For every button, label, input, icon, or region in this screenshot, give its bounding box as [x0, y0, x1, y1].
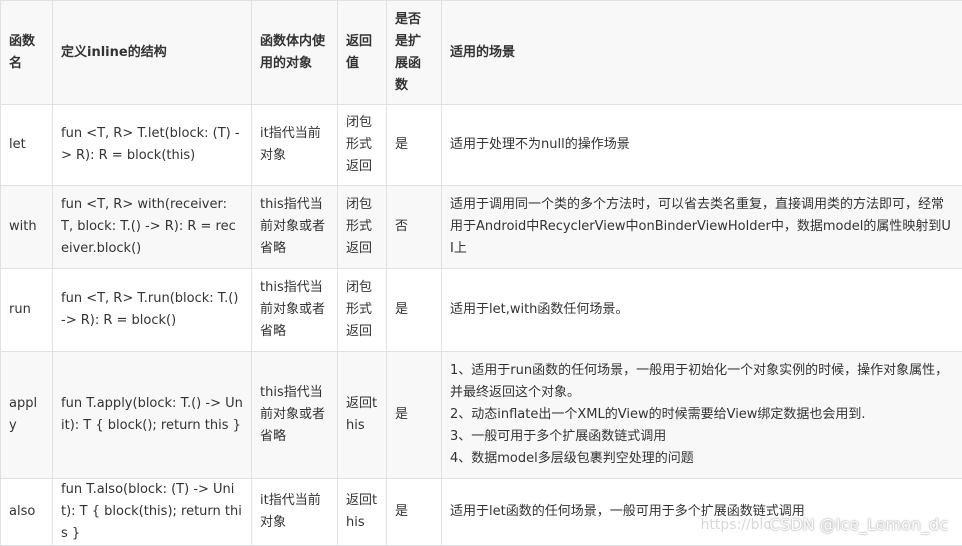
- cell-scene: 适用于处理不为null的操作场景: [442, 105, 962, 186]
- header-cell-object: 函数体内使用的对象: [252, 1, 338, 105]
- scene-line: 适用于处理不为null的操作场景: [450, 134, 954, 156]
- cell-scene: 适用于调用同一个类的多个方法时，可以省去类名重复，直接调用类的方法即可，经常用于…: [442, 186, 962, 269]
- cell-return-value: 返回this: [338, 479, 387, 546]
- cell-function-name: run: [1, 269, 53, 352]
- scene-line: 1、适用于run函数的任何场景，一般用于初始化一个对象实例的时候，操作对象属性，…: [450, 360, 954, 404]
- header-cell-definition: 定义inline的结构: [53, 1, 252, 105]
- table-row: with fun <T, R> with(receiver: T, block:…: [1, 186, 962, 269]
- cell-return-value: 返回this: [338, 352, 387, 479]
- header-cell-return: 返回值: [338, 1, 387, 105]
- scene-line: 适用于let,with函数任何场景。: [450, 299, 954, 321]
- scene-line: 2、动态inflate出一个XML的View的时候需要给View绑定数据也会用到…: [450, 404, 954, 426]
- cell-function-name: apply: [1, 352, 53, 479]
- table-row: also fun T.also(block: (T) -> Unit): T {…: [1, 479, 962, 546]
- header-cell-name: 函数名: [1, 1, 53, 105]
- cell-scene: 1、适用于run函数的任何场景，一般用于初始化一个对象实例的时候，操作对象属性，…: [442, 352, 962, 479]
- cell-is-extension: 是: [387, 105, 442, 186]
- cell-definition: fun <T, R> with(receiver: T, block: T.()…: [53, 186, 252, 269]
- cell-return-value: 闭包形式返回: [338, 105, 387, 186]
- table-header-row: 函数名 定义inline的结构 函数体内使用的对象 返回值 是否是扩展函数 适用…: [1, 1, 962, 105]
- scene-line: 4、数据model多层级包裹判空处理的问题: [450, 448, 954, 470]
- cell-scene: 适用于let函数的任何场景，一般可用于多个扩展函数链式调用: [442, 479, 962, 546]
- cell-object: it指代当前对象: [252, 479, 338, 546]
- cell-return-value: 闭包形式返回: [338, 269, 387, 352]
- table-row: apply fun T.apply(block: T.() -> Unit): …: [1, 352, 962, 479]
- cell-object: this指代当前对象或者省略: [252, 352, 338, 479]
- scene-line: 适用于let函数的任何场景，一般可用于多个扩展函数链式调用: [450, 501, 954, 523]
- cell-return-value: 闭包形式返回: [338, 186, 387, 269]
- table-row: run fun <T, R> T.run(block: T.() -> R): …: [1, 269, 962, 352]
- cell-is-extension: 是: [387, 269, 442, 352]
- kotlin-scope-functions-table: 函数名 定义inline的结构 函数体内使用的对象 返回值 是否是扩展函数 适用…: [0, 0, 962, 546]
- scene-line: 3、一般可用于多个扩展函数链式调用: [450, 426, 954, 448]
- cell-scene: 适用于let,with函数任何场景。: [442, 269, 962, 352]
- cell-object: it指代当前对象: [252, 105, 338, 186]
- cell-function-name: also: [1, 479, 53, 546]
- cell-object: this指代当前对象或者省略: [252, 186, 338, 269]
- cell-is-extension: 否: [387, 186, 442, 269]
- cell-is-extension: 是: [387, 479, 442, 546]
- cell-is-extension: 是: [387, 352, 442, 479]
- header-cell-scene: 适用的场景: [442, 1, 962, 105]
- table-row: let fun <T, R> T.let(block: (T) -> R): R…: [1, 105, 962, 186]
- page: 函数名 定义inline的结构 函数体内使用的对象 返回值 是否是扩展函数 适用…: [0, 0, 962, 542]
- cell-function-name: let: [1, 105, 53, 186]
- cell-definition: fun <T, R> T.run(block: T.() -> R): R = …: [53, 269, 252, 352]
- cell-definition: fun T.also(block: (T) -> Unit): T { bloc…: [53, 479, 252, 546]
- cell-definition: fun T.apply(block: T.() -> Unit): T { bl…: [53, 352, 252, 479]
- header-cell-extension: 是否是扩展函数: [387, 1, 442, 105]
- cell-definition: fun <T, R> T.let(block: (T) -> R): R = b…: [53, 105, 252, 186]
- scene-line: 适用于调用同一个类的多个方法时，可以省去类名重复，直接调用类的方法即可，经常用于…: [450, 194, 954, 260]
- cell-function-name: with: [1, 186, 53, 269]
- cell-object: this指代当前对象或者省略: [252, 269, 338, 352]
